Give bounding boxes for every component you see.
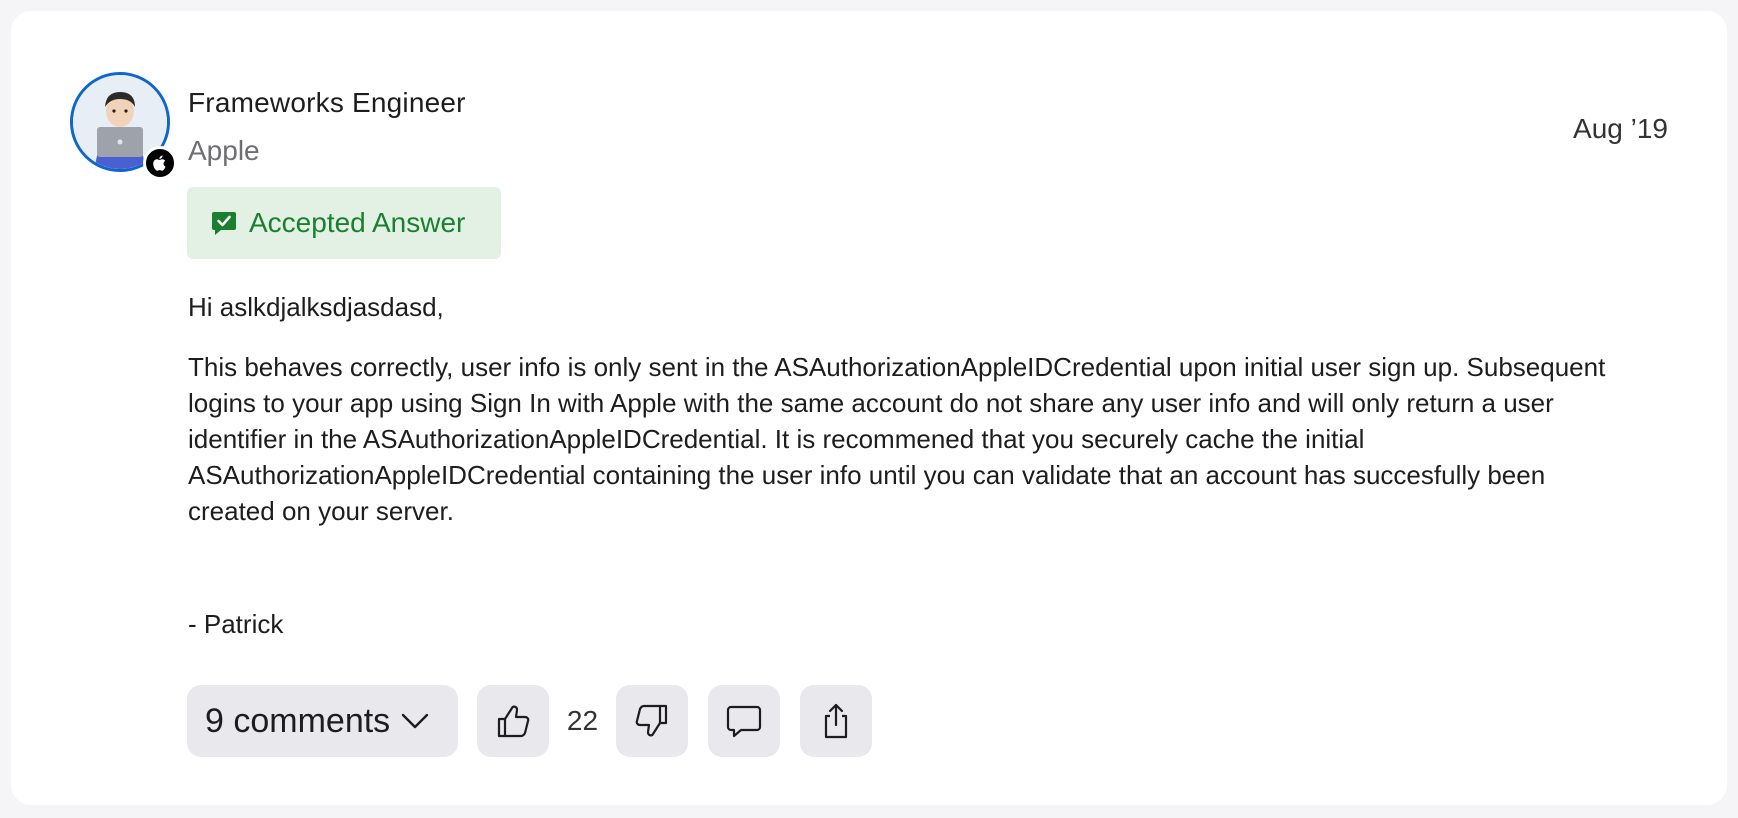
share-icon [824,703,848,739]
answer-card: Frameworks Engineer Apple Aug ’19 Accept… [11,11,1727,805]
accepted-answer-label: Accepted Answer [249,207,466,238]
downvote-button[interactable] [616,685,688,757]
post-greeting: Hi aslkdjalksdjasdasd, [188,292,444,322]
author-name[interactable]: Frameworks Engineer [188,87,466,119]
author-avatar[interactable] [70,72,177,180]
post-actions: 9 comments 22 [187,685,872,757]
checkmark-bubble-icon [212,212,236,235]
chevron-down-icon [401,713,429,729]
upvote-button[interactable] [477,685,549,757]
post-signature: - Patrick [188,609,284,639]
apple-logo-icon [143,146,177,180]
accepted-answer-badge: Accepted Answer [187,187,501,259]
upvote-count: 22 [566,705,599,736]
comments-label: 9 comments [205,701,391,740]
speech-bubble-icon [726,705,762,738]
share-button[interactable] [800,685,872,757]
thumbs-up-icon [497,705,530,738]
reply-button[interactable] [708,685,780,757]
post-body: This behaves correctly, user info is onl… [188,352,1606,526]
author-company: Apple [188,135,260,166]
post-date: Aug ’19 [1573,113,1668,144]
thumbs-down-icon [635,704,668,737]
comments-button[interactable]: 9 comments [187,685,458,757]
